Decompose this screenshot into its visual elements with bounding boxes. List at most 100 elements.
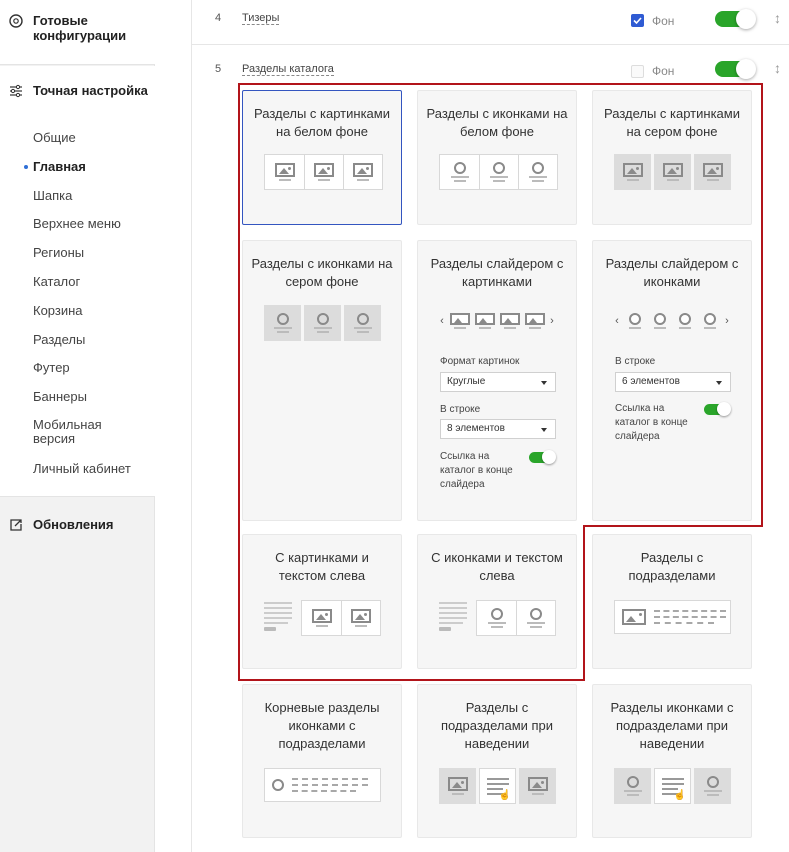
row-count-label: В строке	[440, 404, 481, 415]
layout-option-subsections-hover[interactable]: Разделы с подразделами при наведении ☝	[417, 684, 577, 838]
image-icon	[473, 313, 496, 329]
bg-checkbox[interactable]	[631, 65, 644, 78]
catalog-link-toggle[interactable]	[529, 450, 556, 464]
layout-option-pictures-text-left[interactable]: С картинками и текстом слева	[242, 534, 402, 669]
option-title: Разделы с подразделами	[628, 550, 716, 583]
option-preview	[301, 600, 381, 636]
bg-checkbox-label: Фон	[652, 64, 675, 78]
row-count-select[interactable]: 6 элементов	[615, 372, 731, 392]
image-icon	[694, 154, 731, 190]
option-title: С иконками и текстом слева	[431, 550, 563, 583]
circle-icon	[479, 155, 518, 189]
block-row-catalog-sections: 5 Разделы каталога Фон ↕	[192, 45, 789, 90]
circle-icon	[673, 313, 696, 329]
row-count-select[interactable]: 8 элементов	[440, 419, 556, 439]
active-dot	[24, 165, 28, 169]
option-preview	[264, 768, 381, 802]
circle-icon	[648, 313, 671, 329]
sidebar-item-banners[interactable]: Баннеры	[33, 389, 87, 404]
arrow-right-icon: ›	[725, 315, 729, 327]
hover-menu-preview: ☝	[479, 768, 516, 804]
sidebar-item-footer[interactable]: Футер	[33, 360, 70, 375]
hover-menu-preview: ☝	[654, 768, 691, 804]
option-title: Разделы с картинками на сером фоне	[604, 106, 740, 139]
gear-circle-icon	[8, 13, 24, 29]
ready-configs-header[interactable]: Готовые конфигурации	[0, 0, 155, 43]
sidebar-item-top-menu[interactable]: Верхнее меню	[33, 216, 121, 231]
updates-header[interactable]: Обновления	[0, 517, 114, 533]
catalog-link-toggle[interactable]	[704, 402, 731, 416]
circle-icon	[518, 155, 557, 189]
sidebar-item-regions[interactable]: Регионы	[33, 245, 84, 260]
circle-icon	[272, 779, 284, 791]
layout-option-icons-subsections-hover[interactable]: Разделы иконками с подразделами при наве…	[592, 684, 752, 838]
option-preview: ☝	[614, 768, 731, 804]
drag-handle-icon[interactable]: ↕	[774, 10, 781, 26]
format-select[interactable]: Круглые	[440, 372, 556, 392]
ready-configs-section[interactable]: Готовые конфигурации	[0, 0, 155, 65]
sidebar-item-catalog[interactable]: Каталог	[33, 274, 80, 289]
layout-option-pictures-white[interactable]: Разделы с картинками на белом фоне	[242, 90, 402, 225]
sidebar-item-general[interactable]: Общие	[33, 130, 76, 145]
catalog-link-label: Ссылка на каталог в конце слайдера	[615, 403, 688, 442]
pointer-hand-icon: ☝	[673, 790, 686, 801]
sidebar-item-cart[interactable]: Корзина	[33, 303, 83, 318]
image-icon	[439, 768, 476, 804]
layout-option-icons-text-left[interactable]: С иконками и текстом слева	[417, 534, 577, 669]
slider-preview: ‹ ›	[613, 313, 731, 329]
image-icon	[523, 313, 546, 329]
chevron-down-icon	[716, 381, 722, 385]
circle-icon	[516, 601, 555, 635]
text-lines-preview	[264, 602, 292, 631]
chevron-down-icon	[541, 381, 547, 385]
option-preview	[614, 600, 731, 634]
chevron-down-icon	[541, 428, 547, 432]
format-label: Формат картинок	[440, 356, 520, 367]
option-title: Разделы иконками с подразделами при наве…	[610, 700, 734, 751]
image-icon	[265, 155, 304, 189]
option-preview	[439, 154, 558, 190]
option-title: Разделы с картинками на белом фоне	[254, 106, 390, 139]
circle-icon	[694, 768, 731, 804]
sidebar-item-sections[interactable]: Разделы	[33, 332, 85, 347]
row-name-link[interactable]: Тизеры	[242, 12, 280, 25]
slider-preview: ‹ ›	[438, 313, 556, 329]
option-title: С картинками и текстом слева	[275, 550, 369, 583]
option-preview	[264, 154, 383, 190]
circle-icon	[614, 768, 651, 804]
layout-option-sections-subsections[interactable]: Разделы с подразделами	[592, 534, 752, 669]
layout-option-pictures-gray[interactable]: Разделы с картинками на сером фоне	[592, 90, 752, 225]
toggle-knob	[542, 450, 556, 464]
circle-icon	[698, 313, 721, 329]
arrow-right-icon: ›	[550, 315, 554, 327]
row-count-select-value: 8 элементов	[447, 423, 505, 434]
drag-handle-icon[interactable]: ↕	[774, 60, 781, 76]
settings-sidebar: Готовые конфигурации Точная настройка Об…	[0, 0, 155, 852]
layout-option-icons-white[interactable]: Разделы с иконками на белом фоне	[417, 90, 577, 225]
bg-checkbox[interactable]	[631, 14, 644, 27]
layout-option-slider-icons[interactable]: Разделы слайдером с иконками ‹ › В строк…	[592, 240, 752, 521]
fine-tuning-label: Точная настройка	[33, 83, 148, 98]
sidebar-item-account[interactable]: Личный кабинет	[33, 461, 131, 476]
block-toggle[interactable]	[715, 9, 756, 29]
image-icon	[519, 768, 556, 804]
row-name-link[interactable]: Разделы каталога	[242, 63, 334, 76]
ready-configs-label: Готовые конфигурации	[33, 13, 127, 43]
block-toggle[interactable]	[715, 59, 756, 79]
sidebar-item-header[interactable]: Шапка	[33, 188, 72, 203]
layout-option-slider-pictures[interactable]: Разделы слайдером с картинками ‹ › Форма…	[417, 240, 577, 521]
option-title: Разделы с иконками на сером фоне	[251, 256, 393, 289]
catalog-link-label: Ссылка на каталог в конце слайдера	[440, 451, 513, 490]
sidebar-item-main[interactable]: Главная	[33, 159, 86, 174]
sidebar-item-mobile[interactable]: Мобильная версия	[33, 418, 123, 446]
circle-icon	[264, 305, 301, 341]
image-icon	[498, 313, 521, 329]
arrow-left-icon: ‹	[440, 315, 444, 327]
option-title: Разделы с иконками на белом фоне	[426, 106, 568, 139]
option-preview	[614, 154, 731, 190]
arrow-left-icon: ‹	[615, 315, 619, 327]
layout-option-root-icons-subsections[interactable]: Корневые разделы иконками с подразделами	[242, 684, 402, 838]
toggle-knob	[717, 402, 731, 416]
layout-option-icons-gray[interactable]: Разделы с иконками на сером фоне	[242, 240, 402, 521]
fine-tuning-header[interactable]: Точная настройка	[0, 66, 155, 99]
